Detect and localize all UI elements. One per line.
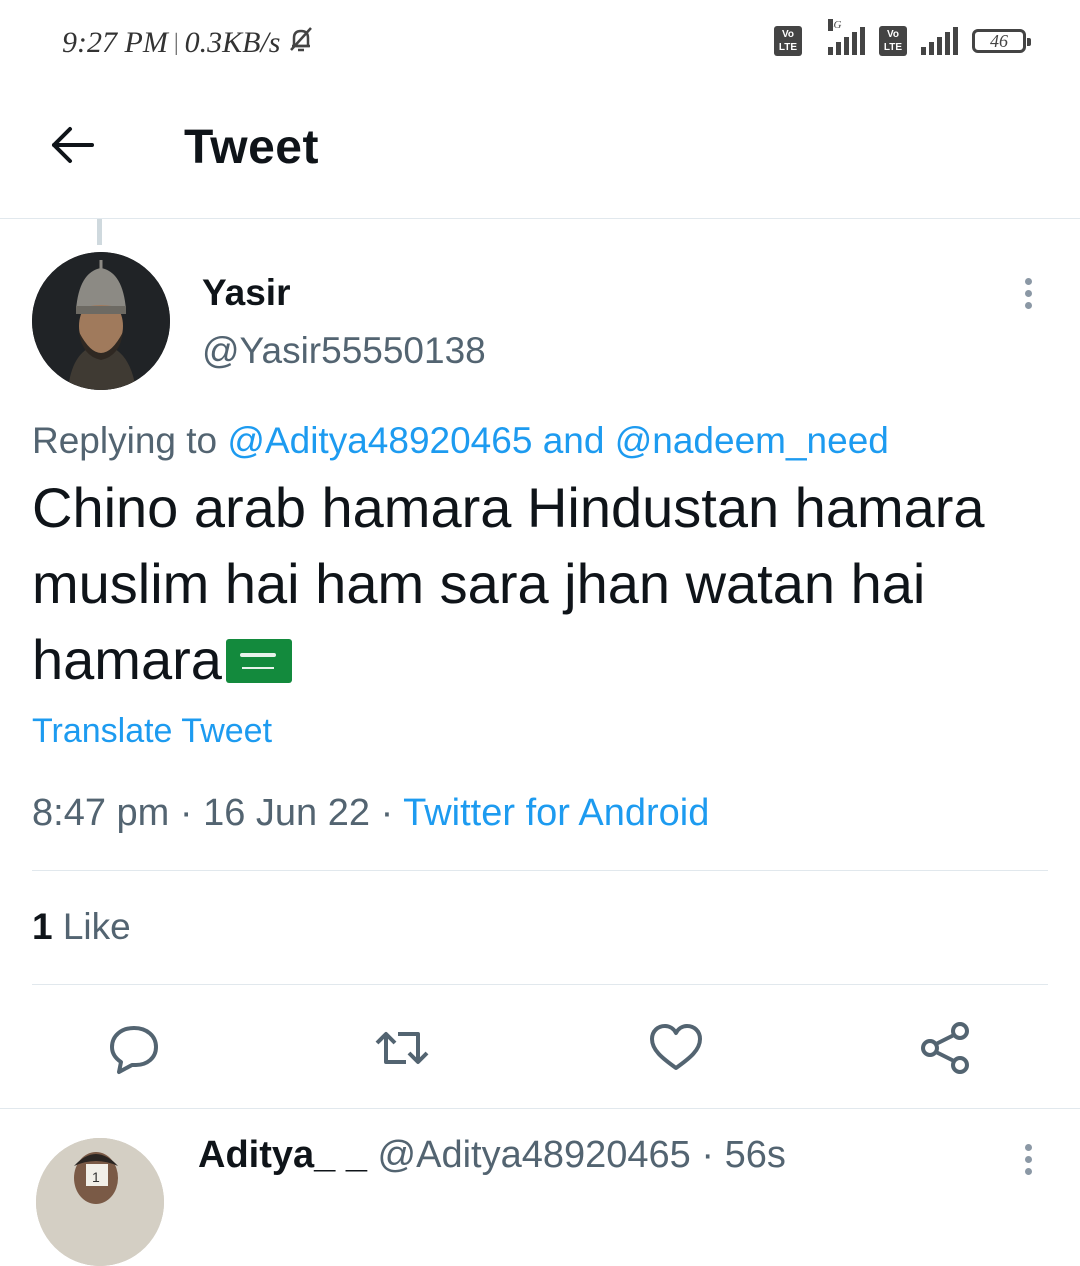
tweet-body: Chino arab hamara Hindustan hamara musli…: [32, 476, 985, 691]
replying-to: Replying to @Aditya48920465 and @nadeem_…: [32, 420, 889, 462]
volte-icon-2: Vo LTE: [879, 26, 907, 56]
heart-icon: [650, 1024, 702, 1070]
reply-header: Aditya_ _ @Aditya48920465 · 56s: [198, 1134, 786, 1177]
tweet-date: 16 Jun 22: [203, 792, 371, 834]
tweet-source-link[interactable]: Twitter for Android: [403, 792, 709, 834]
status-time: 9:27 PM: [62, 26, 168, 59]
divider: [32, 870, 1048, 871]
status-left: 9:27 PM | 0.3KB/s: [62, 24, 316, 62]
thread-connector-line: [97, 219, 102, 245]
header-divider: [0, 218, 1080, 219]
status-separator: |: [173, 29, 179, 56]
battery-icon: 46: [972, 29, 1031, 53]
reply-author-name[interactable]: Aditya_ _: [198, 1134, 367, 1176]
translate-tweet-link[interactable]: Translate Tweet: [32, 712, 272, 751]
svg-text:1: 1: [92, 1169, 100, 1185]
divider: [0, 1108, 1080, 1109]
status-right: Vo LTE 4G Vo LTE 46: [774, 19, 1031, 56]
page-title: Tweet: [184, 121, 319, 174]
reply-dot: ·: [701, 1134, 715, 1176]
like-count-number: 1: [32, 906, 53, 947]
like-count-label: Like: [62, 906, 131, 947]
avatar-image: [32, 252, 170, 390]
reply-time: 56s: [724, 1134, 786, 1176]
reply-more-options-button[interactable]: [1016, 1140, 1040, 1180]
reply-author-handle[interactable]: @Aditya48920465: [378, 1134, 691, 1176]
likes-count[interactable]: 1 Like: [32, 906, 131, 948]
status-speed: 0.3KB/s: [184, 26, 281, 59]
replying-prefix: Replying to: [32, 420, 218, 461]
signal-icon: 4G: [828, 19, 865, 55]
saudi-flag-icon: [225, 639, 292, 683]
mention-link-1[interactable]: @Aditya48920465: [227, 420, 532, 461]
and-text[interactable]: and: [543, 420, 605, 461]
mention-link-2[interactable]: @nadeem_need: [615, 420, 889, 461]
share-button[interactable]: [918, 1020, 974, 1076]
author-name[interactable]: Yasir: [202, 272, 290, 314]
reply-icon: [110, 1026, 158, 1074]
volte-icon: Vo LTE: [774, 26, 802, 56]
retweet-icon: [375, 1032, 429, 1064]
reply-avatar[interactable]: 1: [36, 1138, 164, 1266]
back-arrow-icon: [52, 127, 94, 163]
tweet-text: Chino arab hamara Hindustan hamara musli…: [32, 470, 1052, 698]
retweet-button[interactable]: [374, 1020, 430, 1076]
more-dots-icon: [1024, 1144, 1032, 1151]
tweet-meta: 8:47 pm · 16 Jun 22 · Twitter for Androi…: [32, 792, 710, 834]
author-avatar[interactable]: [32, 252, 170, 390]
share-icon: [921, 1022, 969, 1074]
mute-bell-icon: [286, 24, 316, 62]
like-button[interactable]: [648, 1020, 704, 1076]
more-options-button[interactable]: [1016, 274, 1040, 314]
network-type: 4G: [828, 19, 842, 31]
tweet-time: 8:47 pm: [32, 792, 170, 834]
more-dots-icon: [1024, 278, 1032, 285]
back-button[interactable]: [48, 120, 98, 170]
author-handle[interactable]: @Yasir55550138: [202, 330, 486, 372]
signal-icon-2: [921, 27, 958, 55]
reply-button[interactable]: [106, 1020, 162, 1076]
status-bar: 9:27 PM | 0.3KB/s Vo LTE 4G Vo LTE 46: [0, 0, 1080, 90]
top-app-bar: Tweet: [0, 90, 1080, 218]
reply-avatar-image: 1: [36, 1138, 164, 1266]
divider: [32, 984, 1048, 985]
